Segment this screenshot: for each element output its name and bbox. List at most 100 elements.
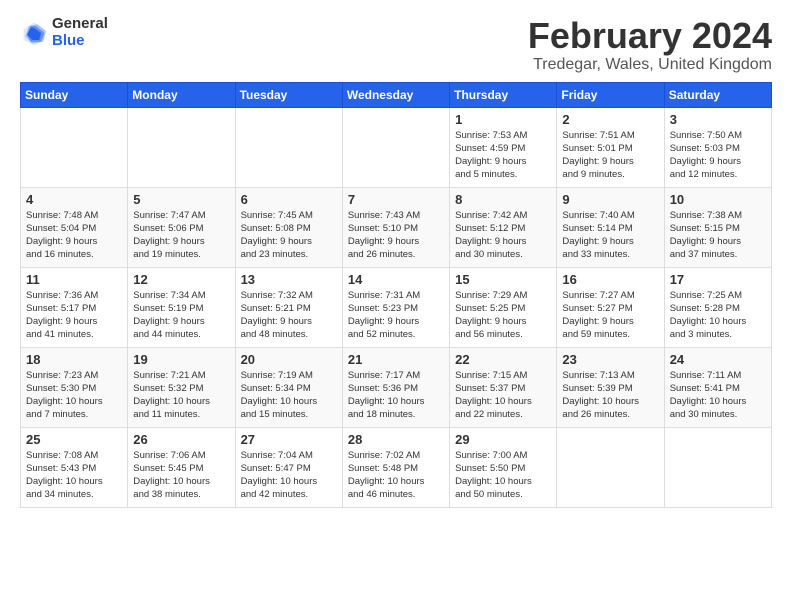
day-number: 17 — [670, 272, 766, 287]
day-number: 19 — [133, 352, 229, 367]
calendar-cell: 17 Sunrise: 7:25 AM Sunset: 5:28 PM Dayli… — [664, 267, 771, 347]
calendar-header: SundayMondayTuesdayWednesdayThursdayFrid… — [21, 82, 772, 107]
day-info: Sunrise: 7:31 AM Sunset: 5:23 PM Dayligh… — [348, 289, 444, 342]
calendar-cell: 27 Sunrise: 7:04 AM Sunset: 5:47 PM Dayli… — [235, 427, 342, 507]
header: General Blue February 2024 Tredegar, Wal… — [20, 16, 772, 74]
day-info: Sunrise: 7:47 AM Sunset: 5:06 PM Dayligh… — [133, 209, 229, 262]
calendar-cell — [342, 107, 449, 187]
calendar-cell: 14 Sunrise: 7:31 AM Sunset: 5:23 PM Dayli… — [342, 267, 449, 347]
day-info: Sunrise: 7:11 AM Sunset: 5:41 PM Dayligh… — [670, 369, 766, 422]
logo-blue-text: Blue — [52, 33, 108, 50]
logo-icon — [20, 19, 48, 47]
day-number: 13 — [241, 272, 337, 287]
day-number: 14 — [348, 272, 444, 287]
day-info: Sunrise: 7:04 AM Sunset: 5:47 PM Dayligh… — [241, 449, 337, 502]
day-info: Sunrise: 7:40 AM Sunset: 5:14 PM Dayligh… — [562, 209, 658, 262]
calendar-cell: 20 Sunrise: 7:19 AM Sunset: 5:34 PM Dayli… — [235, 347, 342, 427]
day-info: Sunrise: 7:21 AM Sunset: 5:32 PM Dayligh… — [133, 369, 229, 422]
column-header-wednesday: Wednesday — [342, 82, 449, 107]
logo-general-text: General — [52, 16, 108, 33]
calendar-cell: 6Sunrise: 7:45 AM Sunset: 5:08 PM Daylig… — [235, 187, 342, 267]
day-number: 7 — [348, 192, 444, 207]
day-info: Sunrise: 7:50 AM Sunset: 5:03 PM Dayligh… — [670, 129, 766, 182]
day-info: Sunrise: 7:08 AM Sunset: 5:43 PM Dayligh… — [26, 449, 122, 502]
calendar-cell: 1Sunrise: 7:53 AM Sunset: 4:59 PM Daylig… — [450, 107, 557, 187]
day-number: 25 — [26, 432, 122, 447]
calendar-cell — [21, 107, 128, 187]
calendar-cell: 18 Sunrise: 7:23 AM Sunset: 5:30 PM Dayli… — [21, 347, 128, 427]
header-row: SundayMondayTuesdayWednesdayThursdayFrid… — [21, 82, 772, 107]
calendar-cell: 24Sunrise: 7:11 AM Sunset: 5:41 PM Dayli… — [664, 347, 771, 427]
calendar-cell: 9Sunrise: 7:40 AM Sunset: 5:14 PM Daylig… — [557, 187, 664, 267]
day-number: 29 — [455, 432, 551, 447]
calendar-cell: 10Sunrise: 7:38 AM Sunset: 5:15 PM Dayli… — [664, 187, 771, 267]
calendar-cell: 2Sunrise: 7:51 AM Sunset: 5:01 PM Daylig… — [557, 107, 664, 187]
main-title: February 2024 — [528, 16, 772, 56]
subtitle: Tredegar, Wales, United Kingdom — [528, 56, 772, 74]
calendar-cell: 7 Sunrise: 7:43 AM Sunset: 5:10 PM Daylig… — [342, 187, 449, 267]
day-number: 18 — [26, 352, 122, 367]
column-header-monday: Monday — [128, 82, 235, 107]
calendar-cell: 23 Sunrise: 7:13 AM Sunset: 5:39 PM Dayli… — [557, 347, 664, 427]
calendar-cell: 11Sunrise: 7:36 AM Sunset: 5:17 PM Dayli… — [21, 267, 128, 347]
day-number: 5 — [133, 192, 229, 207]
calendar-cell: 29Sunrise: 7:00 AM Sunset: 5:50 PM Dayli… — [450, 427, 557, 507]
column-header-sunday: Sunday — [21, 82, 128, 107]
logo: General Blue — [20, 16, 108, 49]
day-number: 23 — [562, 352, 658, 367]
day-info: Sunrise: 7:06 AM Sunset: 5:45 PM Dayligh… — [133, 449, 229, 502]
week-row-4: 18 Sunrise: 7:23 AM Sunset: 5:30 PM Dayli… — [21, 347, 772, 427]
calendar-body: 1Sunrise: 7:53 AM Sunset: 4:59 PM Daylig… — [21, 107, 772, 507]
day-number: 3 — [670, 112, 766, 127]
column-header-tuesday: Tuesday — [235, 82, 342, 107]
day-info: Sunrise: 7:38 AM Sunset: 5:15 PM Dayligh… — [670, 209, 766, 262]
week-row-1: 1Sunrise: 7:53 AM Sunset: 4:59 PM Daylig… — [21, 107, 772, 187]
day-info: Sunrise: 7:43 AM Sunset: 5:10 PM Dayligh… — [348, 209, 444, 262]
day-info: Sunrise: 7:25 AM Sunset: 5:28 PM Dayligh… — [670, 289, 766, 342]
calendar-cell: 15 Sunrise: 7:29 AM Sunset: 5:25 PM Dayli… — [450, 267, 557, 347]
day-info: Sunrise: 7:02 AM Sunset: 5:48 PM Dayligh… — [348, 449, 444, 502]
calendar-cell: 8 Sunrise: 7:42 AM Sunset: 5:12 PM Daylig… — [450, 187, 557, 267]
day-info: Sunrise: 7:53 AM Sunset: 4:59 PM Dayligh… — [455, 129, 551, 182]
calendar-cell — [664, 427, 771, 507]
calendar-cell: 19 Sunrise: 7:21 AM Sunset: 5:32 PM Dayli… — [128, 347, 235, 427]
day-number: 27 — [241, 432, 337, 447]
week-row-5: 25 Sunrise: 7:08 AM Sunset: 5:43 PM Dayli… — [21, 427, 772, 507]
day-number: 8 — [455, 192, 551, 207]
day-number: 26 — [133, 432, 229, 447]
calendar-cell: 22Sunrise: 7:15 AM Sunset: 5:37 PM Dayli… — [450, 347, 557, 427]
calendar-cell: 12Sunrise: 7:34 AM Sunset: 5:19 PM Dayli… — [128, 267, 235, 347]
day-info: Sunrise: 7:23 AM Sunset: 5:30 PM Dayligh… — [26, 369, 122, 422]
day-number: 11 — [26, 272, 122, 287]
day-number: 22 — [455, 352, 551, 367]
column-header-saturday: Saturday — [664, 82, 771, 107]
day-info: Sunrise: 7:29 AM Sunset: 5:25 PM Dayligh… — [455, 289, 551, 342]
week-row-2: 4Sunrise: 7:48 AM Sunset: 5:04 PM Daylig… — [21, 187, 772, 267]
day-info: Sunrise: 7:51 AM Sunset: 5:01 PM Dayligh… — [562, 129, 658, 182]
day-number: 20 — [241, 352, 337, 367]
calendar-cell: 5 Sunrise: 7:47 AM Sunset: 5:06 PM Daylig… — [128, 187, 235, 267]
calendar-cell: 3 Sunrise: 7:50 AM Sunset: 5:03 PM Daylig… — [664, 107, 771, 187]
column-header-friday: Friday — [557, 82, 664, 107]
day-number: 15 — [455, 272, 551, 287]
page: General Blue February 2024 Tredegar, Wal… — [0, 0, 792, 518]
calendar-cell: 4Sunrise: 7:48 AM Sunset: 5:04 PM Daylig… — [21, 187, 128, 267]
calendar: SundayMondayTuesdayWednesdayThursdayFrid… — [20, 82, 772, 508]
day-info: Sunrise: 7:17 AM Sunset: 5:36 PM Dayligh… — [348, 369, 444, 422]
column-header-thursday: Thursday — [450, 82, 557, 107]
day-info: Sunrise: 7:32 AM Sunset: 5:21 PM Dayligh… — [241, 289, 337, 342]
calendar-cell: 13 Sunrise: 7:32 AM Sunset: 5:21 PM Dayli… — [235, 267, 342, 347]
day-number: 21 — [348, 352, 444, 367]
day-info: Sunrise: 7:13 AM Sunset: 5:39 PM Dayligh… — [562, 369, 658, 422]
day-info: Sunrise: 7:42 AM Sunset: 5:12 PM Dayligh… — [455, 209, 551, 262]
day-number: 12 — [133, 272, 229, 287]
day-info: Sunrise: 7:48 AM Sunset: 5:04 PM Dayligh… — [26, 209, 122, 262]
day-info: Sunrise: 7:27 AM Sunset: 5:27 PM Dayligh… — [562, 289, 658, 342]
calendar-cell: 16 Sunrise: 7:27 AM Sunset: 5:27 PM Dayli… — [557, 267, 664, 347]
day-number: 28 — [348, 432, 444, 447]
logo-text: General Blue — [52, 16, 108, 49]
calendar-cell — [557, 427, 664, 507]
calendar-cell: 21 Sunrise: 7:17 AM Sunset: 5:36 PM Dayli… — [342, 347, 449, 427]
day-info: Sunrise: 7:19 AM Sunset: 5:34 PM Dayligh… — [241, 369, 337, 422]
day-number: 16 — [562, 272, 658, 287]
